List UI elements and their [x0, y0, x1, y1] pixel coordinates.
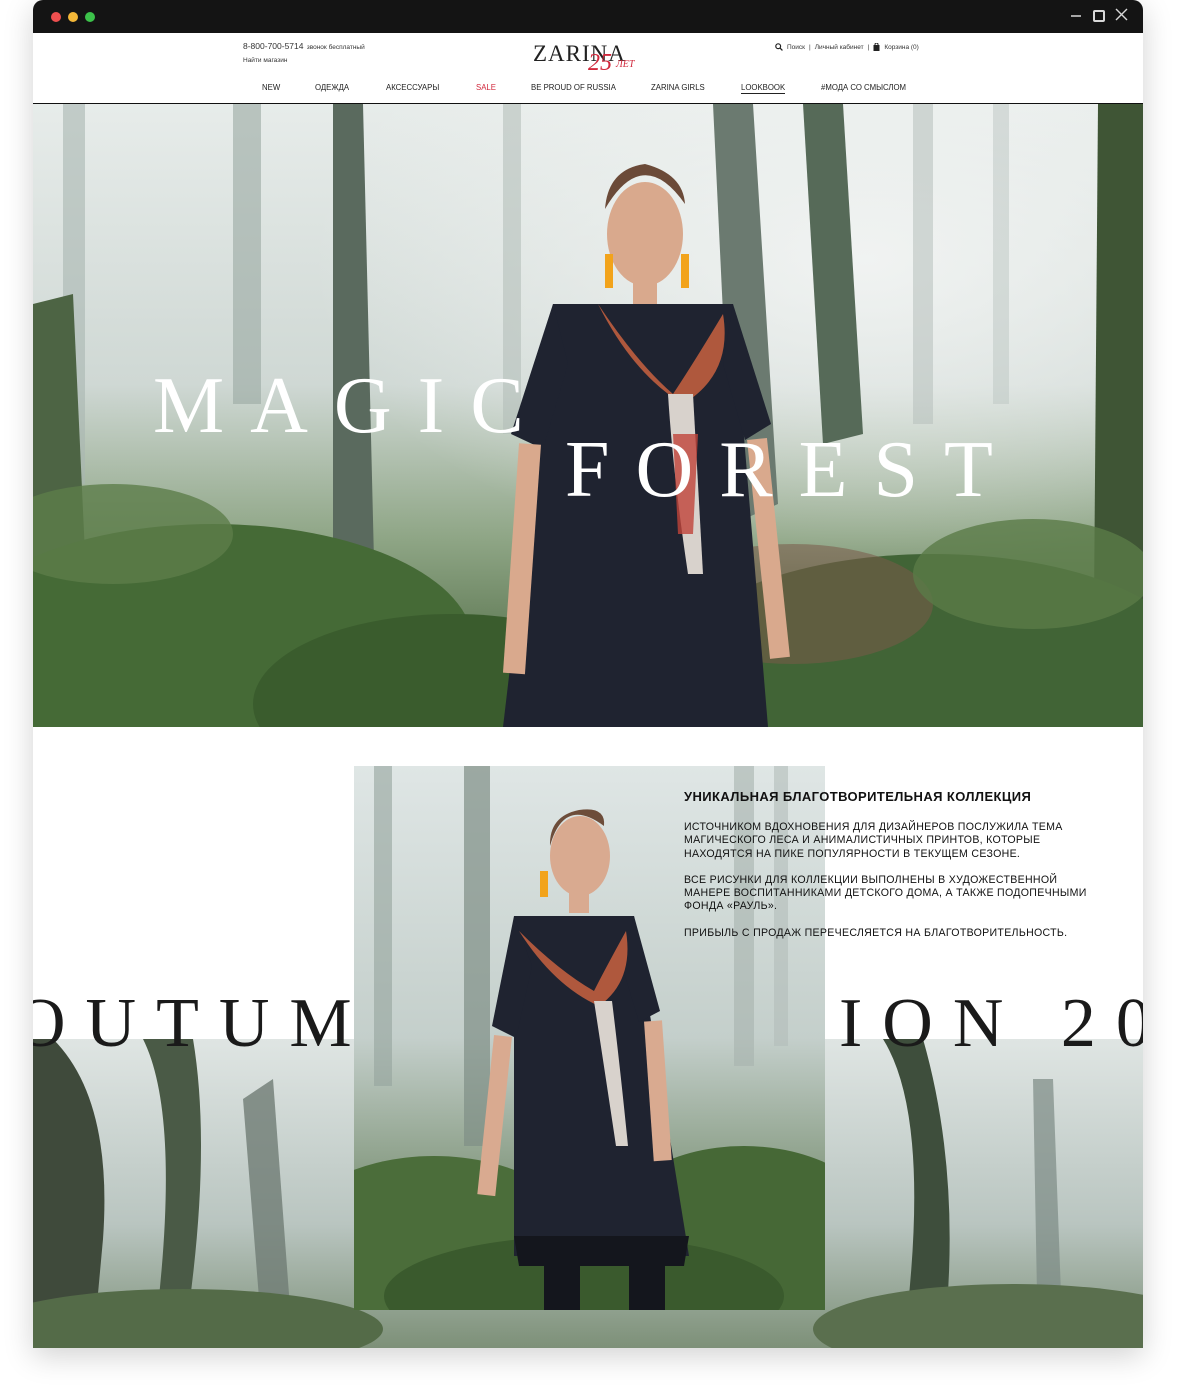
nav-item-clothing[interactable]: ОДЕЖДА — [315, 83, 349, 92]
nav-item-new[interactable]: NEW — [262, 83, 280, 92]
collection-heading: УНИКАЛЬНАЯ БЛАГОТВОРИТЕЛЬНАЯ КОЛЛЕКЦИЯ — [684, 789, 1032, 804]
hero-banner: MAGIC FOREST — [33, 104, 1143, 727]
nav-item-lookbook[interactable]: LOOKBOOK — [741, 83, 786, 94]
window-minimize-icon[interactable] — [1070, 6, 1082, 22]
browser-window: 8-800-700-5714 звонок бесплатный Найти м… — [33, 0, 1143, 1348]
nav-item-accessories[interactable]: АКСЕССУАРЫ — [386, 83, 439, 92]
brand-logo[interactable]: ZARINA 25 ЛЕТ — [533, 38, 643, 78]
search-link[interactable]: Поиск — [787, 44, 805, 51]
account-link[interactable]: Личный кабинет — [815, 44, 864, 51]
collection-paragraph-2: ВСЕ РИСУНКИ ДЛЯ КОЛЛЕКЦИИ ВЫПОЛНЕНЫ В ХУ… — [684, 873, 1087, 913]
store-locator-link[interactable]: Найти магазин — [243, 57, 287, 64]
nav-item-zarina-girls[interactable]: ZARINA GIRLS — [651, 83, 705, 92]
hero-title-forest: FOREST — [565, 426, 1019, 514]
season-banner-right: ION 2018 — [839, 985, 1143, 1062]
utility-links: Поиск | Личный кабинет | Корзина (0) — [775, 43, 919, 51]
window-zoom-dot[interactable] — [85, 12, 95, 22]
collection-paragraph-3: ПРИБЫЛЬ С ПРОДАЖ ПЕРЕЧЕСЛЯЕТСЯ НА БЛАГОТ… — [684, 926, 1068, 939]
window-maximize-icon[interactable] — [1093, 8, 1105, 26]
collection-description: УНИКАЛЬНАЯ БЛАГОТВОРИТЕЛЬНАЯ КОЛЛЕКЦИЯ И… — [684, 789, 1104, 953]
collection-section: OUTUMN ION 2018 — [33, 727, 1143, 1348]
separator: | — [809, 43, 811, 51]
cart-icon[interactable] — [873, 43, 880, 51]
phone-number[interactable]: 8-800-700-5714 — [243, 41, 304, 51]
window-close-icon[interactable] — [1115, 8, 1128, 25]
collection-paragraph-1: ИСТОЧНИКОМ ВДОХНОВЕНИЯ ДЛЯ ДИЗАЙНЕРОВ ПО… — [684, 821, 1063, 860]
nav-item-sale[interactable]: SALE — [476, 83, 496, 92]
search-icon[interactable] — [775, 43, 783, 51]
site-header: 8-800-700-5714 звонок бесплатный Найти м… — [33, 33, 1143, 104]
logo-anniversary-suffix: ЛЕТ — [616, 59, 635, 70]
window-titlebar — [33, 0, 1143, 33]
phone-info: 8-800-700-5714 звонок бесплатный — [243, 41, 365, 51]
hero-title-magic: MAGIC — [153, 362, 550, 450]
window-minimize-dot[interactable] — [68, 12, 78, 22]
phone-note: звонок бесплатный — [306, 44, 365, 51]
nav-item-fashion-with-meaning[interactable]: #МОДА СО СМЫСЛОМ — [821, 83, 906, 92]
cart-link[interactable]: Корзина (0) — [884, 44, 919, 51]
nav-item-be-proud-of-russia[interactable]: BE PROUD OF RUSSIA — [531, 83, 616, 92]
separator: | — [867, 43, 870, 51]
window-close-dot[interactable] — [51, 12, 61, 22]
main-nav: NEW ОДЕЖДА АКСЕССУАРЫ SALE BE PROUD OF R… — [33, 83, 1143, 97]
logo-anniversary: 25 — [588, 50, 612, 76]
